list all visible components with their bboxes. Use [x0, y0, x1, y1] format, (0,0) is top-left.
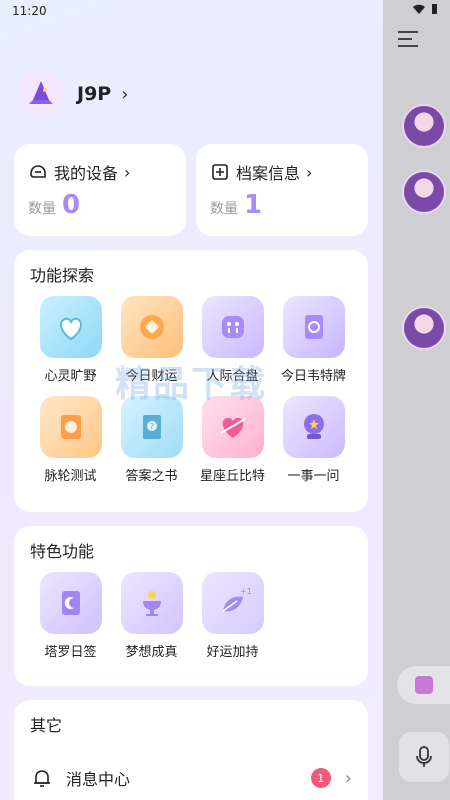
explore-item[interactable]: 今日韦特牌: [273, 296, 354, 396]
explore-item[interactable]: 人际合盘: [192, 296, 273, 396]
explore-item[interactable]: ? 答案之书: [111, 396, 192, 496]
assistant-avatar: [402, 104, 446, 148]
explore-item[interactable]: 心灵旷野: [30, 296, 111, 396]
archive-count: 1: [244, 190, 263, 220]
bell-icon: [34, 770, 50, 787]
explore-item-label: 脉轮测试: [44, 469, 97, 484]
explore-item[interactable]: 脉轮测试: [30, 396, 111, 496]
chevron-right-icon: ›: [124, 162, 131, 182]
chevron-right-icon: ›: [121, 83, 129, 105]
svg-text:?: ?: [149, 423, 154, 433]
moon-card-icon: [39, 572, 102, 634]
feature-item-label: 梦想成真: [125, 645, 178, 660]
features-section: 特色功能 塔罗日签 梦想成真 +1 好运加持: [14, 526, 368, 686]
quick-action-chip[interactable]: [397, 666, 450, 704]
features-grid: 塔罗日签 梦想成真 +1 好运加持: [30, 572, 356, 672]
message-center-row[interactable]: 消息中心 1 ›: [30, 766, 352, 790]
devices-count-label: 数量: [28, 201, 56, 217]
profile-row[interactable]: J9P ›: [17, 70, 128, 118]
dream-cup-icon: [120, 572, 183, 634]
question-card-icon: [415, 676, 433, 694]
chevron-right-icon: ›: [344, 767, 352, 789]
drawer-panel: J9P › 我的设备 › 数量 0 档案信息 › 数量 1 功能探索 心灵旷野 …: [0, 0, 383, 800]
assistant-avatar: [402, 170, 446, 214]
explore-title: 功能探索: [30, 266, 95, 285]
answer-book-icon: ?: [120, 396, 183, 458]
menu-icon[interactable]: [397, 30, 419, 48]
feature-item[interactable]: 塔罗日签: [30, 572, 111, 672]
feature-item-label: 塔罗日签: [44, 645, 97, 660]
add-file-icon: [212, 164, 228, 180]
explore-item[interactable]: 今日财运: [111, 296, 192, 396]
status-time: 11:20: [12, 4, 47, 18]
explore-item-label: 一事一问: [287, 469, 340, 484]
unread-badge: 1: [310, 768, 331, 788]
assistant-avatar: [402, 306, 446, 350]
profile-name: J9P: [77, 83, 112, 105]
explore-grid: 心灵旷野 今日财运 人际合盘 今日韦特牌 脉轮测试 ? 答案之书 星座丘比特 一…: [30, 296, 356, 496]
explore-section: 功能探索 心灵旷野 今日财运 人际合盘 今日韦特牌 脉轮测试 ? 答案之书 星座…: [14, 250, 368, 512]
tarot-card-icon: [282, 296, 345, 358]
wizard-hat-avatar-icon: [17, 70, 65, 118]
explore-item-label: 星座丘比特: [199, 469, 265, 484]
wifi-icon: [413, 4, 425, 14]
archive-title: 档案信息: [236, 164, 301, 183]
voice-input-button[interactable]: [399, 732, 449, 782]
feature-item[interactable]: 梦想成真: [111, 572, 192, 672]
feature-item[interactable]: +1 好运加持: [192, 572, 273, 672]
explore-item-label: 心灵旷野: [44, 369, 97, 384]
svg-text:+1: +1: [240, 587, 251, 596]
feature-item-label: 好运加持: [206, 645, 259, 660]
dimmed-chat-overlay[interactable]: [383, 0, 450, 800]
explore-item[interactable]: 一事一问: [273, 396, 354, 496]
device-icon: [30, 165, 46, 178]
chevron-right-icon: ›: [306, 162, 313, 182]
features-title: 特色功能: [30, 542, 95, 561]
other-section: 其它 消息中心 1 ›: [14, 700, 368, 800]
leaf-plus-icon: +1: [201, 572, 264, 634]
microphone-icon: [416, 746, 432, 767]
devices-title: 我的设备: [54, 164, 119, 183]
battery-icon: [432, 4, 437, 14]
coin-icon: [120, 296, 183, 358]
explore-item-label: 今日财运: [125, 369, 178, 384]
chakra-icon: [39, 396, 102, 458]
heart-shield-icon: [39, 296, 102, 358]
message-center-label: 消息中心: [66, 770, 131, 789]
other-title: 其它: [30, 716, 63, 735]
archive-count-label: 数量: [210, 201, 238, 217]
explore-item-label: 人际合盘: [206, 369, 259, 384]
explore-item-label: 今日韦特牌: [280, 369, 346, 384]
crystal-ball-icon: [282, 396, 345, 458]
cupid-heart-icon: [201, 396, 264, 458]
people-icon: [201, 296, 264, 358]
archive-card[interactable]: 档案信息 › 数量 1: [196, 144, 368, 236]
explore-item-label: 答案之书: [125, 469, 178, 484]
devices-card[interactable]: 我的设备 › 数量 0: [14, 144, 186, 236]
explore-item[interactable]: 星座丘比特: [192, 396, 273, 496]
status-bar: 11:20: [0, 0, 450, 22]
devices-count: 0: [62, 190, 81, 220]
